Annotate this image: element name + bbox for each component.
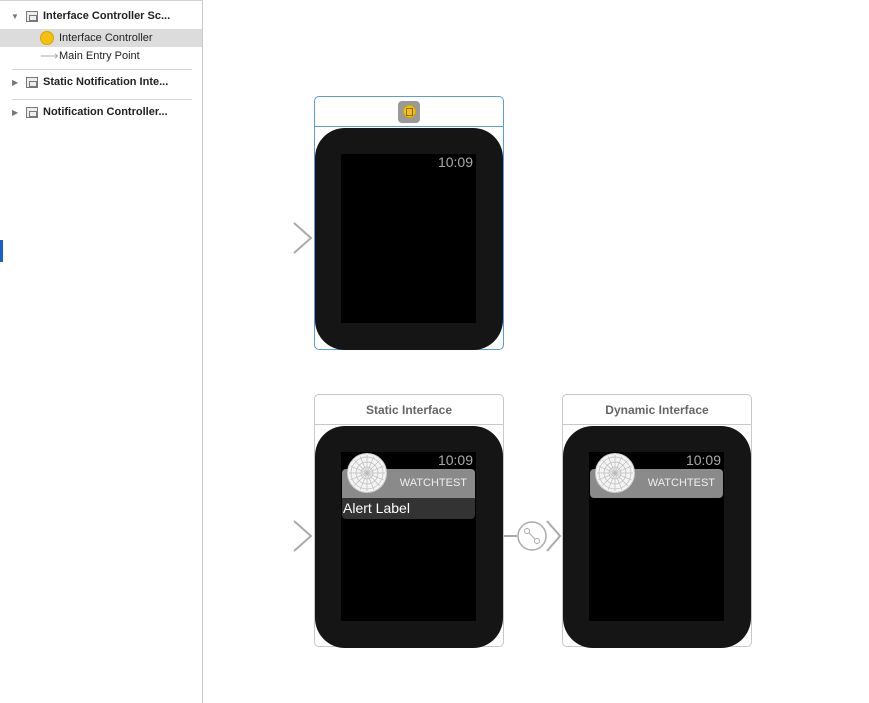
watch-frame: 10:09 WATCHTEST	[563, 426, 751, 648]
scene-icon	[26, 10, 38, 22]
divider	[12, 99, 192, 100]
main-entry-arrow[interactable]	[214, 222, 314, 256]
outline-label: Interface Controller	[59, 32, 153, 44]
app-icon	[595, 453, 635, 493]
scene-title: Static Interface	[315, 395, 503, 425]
disclosure-open-icon[interactable]: ▼	[11, 12, 19, 21]
app-name: WATCHTEST	[647, 477, 715, 489]
outline-item-interface-controller[interactable]: Interface Controller	[0, 29, 202, 47]
notification-entry-arrow[interactable]	[214, 520, 314, 554]
disclosure-closed-icon[interactable]: ▶	[12, 78, 18, 87]
watch-screen[interactable]: 10:09 WATCHTEST Alert Label	[341, 452, 476, 621]
interface-controller-scene[interactable]: 10:09	[314, 96, 504, 350]
watch-frame: 10:09	[315, 128, 503, 350]
alert-label[interactable]: Alert Label	[342, 498, 475, 519]
outline-item-interface-controller-scene[interactable]: ▼ Interface Controller Sc...	[0, 7, 202, 25]
divider	[12, 69, 192, 70]
outline-label: Notification Controller...	[43, 106, 168, 118]
app-name: WATCHTEST	[399, 477, 467, 489]
scene-icon	[26, 106, 38, 118]
segue-arrow[interactable]	[503, 518, 563, 554]
outline-item-notification-controller-scene[interactable]: ▶ Notification Controller...	[0, 103, 202, 121]
scene-title: Dynamic Interface	[563, 395, 751, 425]
outline-label: Static Notification Inte...	[43, 76, 169, 88]
static-interface-scene[interactable]: Static Interface 10:09 WATCHTEST Alert L…	[314, 394, 504, 648]
watch-screen[interactable]: 10:09	[341, 154, 476, 323]
resize-marker	[0, 240, 3, 262]
entry-arrow-icon: ⟶	[40, 48, 59, 63]
interface-controller-icon[interactable]	[398, 100, 420, 123]
interface-controller-icon	[40, 31, 54, 45]
disclosure-closed-icon[interactable]: ▶	[12, 108, 18, 117]
watch-frame: 10:09 WATCHTEST Alert Label	[315, 426, 503, 648]
dynamic-interface-scene[interactable]: Dynamic Interface 10:09 WATCHTEST	[562, 394, 752, 648]
outline-label: Main Entry Point	[59, 50, 140, 62]
document-outline: ▼ Interface Controller Sc... Interface C…	[0, 0, 203, 703]
app-icon	[347, 453, 387, 493]
time-label: 10:09	[685, 452, 721, 468]
time-label: 10:09	[437, 154, 473, 170]
outline-item-main-entry-point[interactable]: ⟶ Main Entry Point	[0, 47, 202, 65]
notification-sash[interactable]: WATCHTEST	[342, 453, 475, 498]
outline-label: Interface Controller Sc...	[43, 10, 171, 22]
watch-screen[interactable]: 10:09 WATCHTEST	[589, 452, 724, 621]
time-label: 10:09	[437, 452, 473, 468]
scene-header	[315, 97, 503, 127]
scene-icon	[26, 76, 38, 88]
outline-item-static-notification-scene[interactable]: ▶ Static Notification Inte...	[0, 73, 202, 91]
notification-sash[interactable]: WATCHTEST	[590, 453, 723, 498]
